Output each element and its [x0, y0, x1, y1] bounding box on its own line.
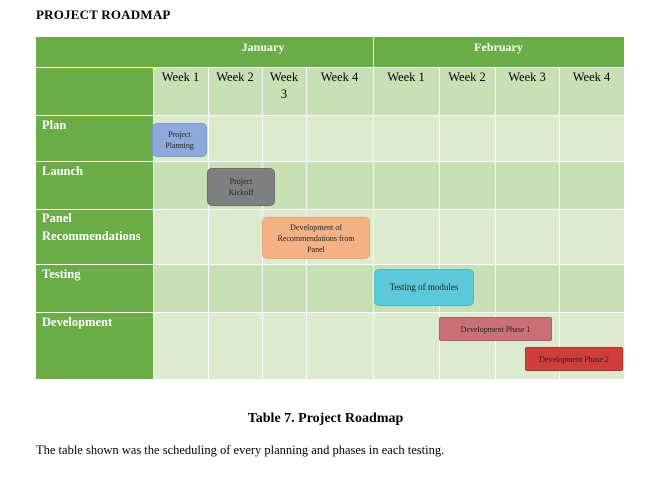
row-label-development: Development [42, 315, 113, 329]
document-title: PROJECT ROADMAP [36, 7, 171, 22]
week-label: Week 2 [216, 70, 254, 84]
task-bar-development-phase-1: Development Phase 1 [439, 317, 552, 341]
task-bar-testing-of-modules: Testing of modules [374, 269, 474, 306]
week-label: Week 1 [161, 70, 200, 84]
month-february: February [474, 40, 523, 54]
task-label: Testing of modules [389, 282, 459, 292]
row-label-launch: Launch [42, 164, 83, 178]
table-caption: Table 7. Project Roadmap [247, 411, 404, 426]
task-label: Development of Recommendations from Pane… [277, 222, 355, 254]
month-january: January [241, 40, 285, 54]
week-label: Week 3 [508, 70, 546, 84]
roadmap-table: January February Week 1 Week 2 Week 3 We… [36, 37, 624, 379]
task-bar-project-planning: Project Planning [152, 123, 207, 157]
task-bar-panel-recommendations: Development of Recommendations from Pane… [262, 217, 370, 259]
row-label-panel-recommendations: Panel Recommendations [42, 211, 141, 243]
task-bar-development-phase-2: Development Phase 2 [525, 347, 623, 371]
task-label: Development Phase 1 [460, 324, 531, 334]
task-label: Project Planning [165, 130, 194, 150]
task-label: Development Phase 2 [539, 354, 609, 364]
row-label-testing: Testing [42, 267, 81, 281]
row-panel-band [153, 209, 624, 264]
task-label: Project Kickoff [228, 177, 254, 197]
body-paragraph: The table shown was the scheduling of ev… [36, 443, 445, 457]
row-plan-band [153, 115, 624, 161]
week-label: Week 2 [448, 70, 486, 84]
week-label: Week 4 [320, 70, 359, 84]
task-bar-project-kickoff: Project Kickoff [207, 168, 275, 206]
week-label: Week 1 [387, 70, 425, 84]
week-label: Week 3 [269, 70, 299, 101]
row-label-plan: Plan [42, 118, 67, 132]
week-label: Week 4 [572, 70, 611, 84]
